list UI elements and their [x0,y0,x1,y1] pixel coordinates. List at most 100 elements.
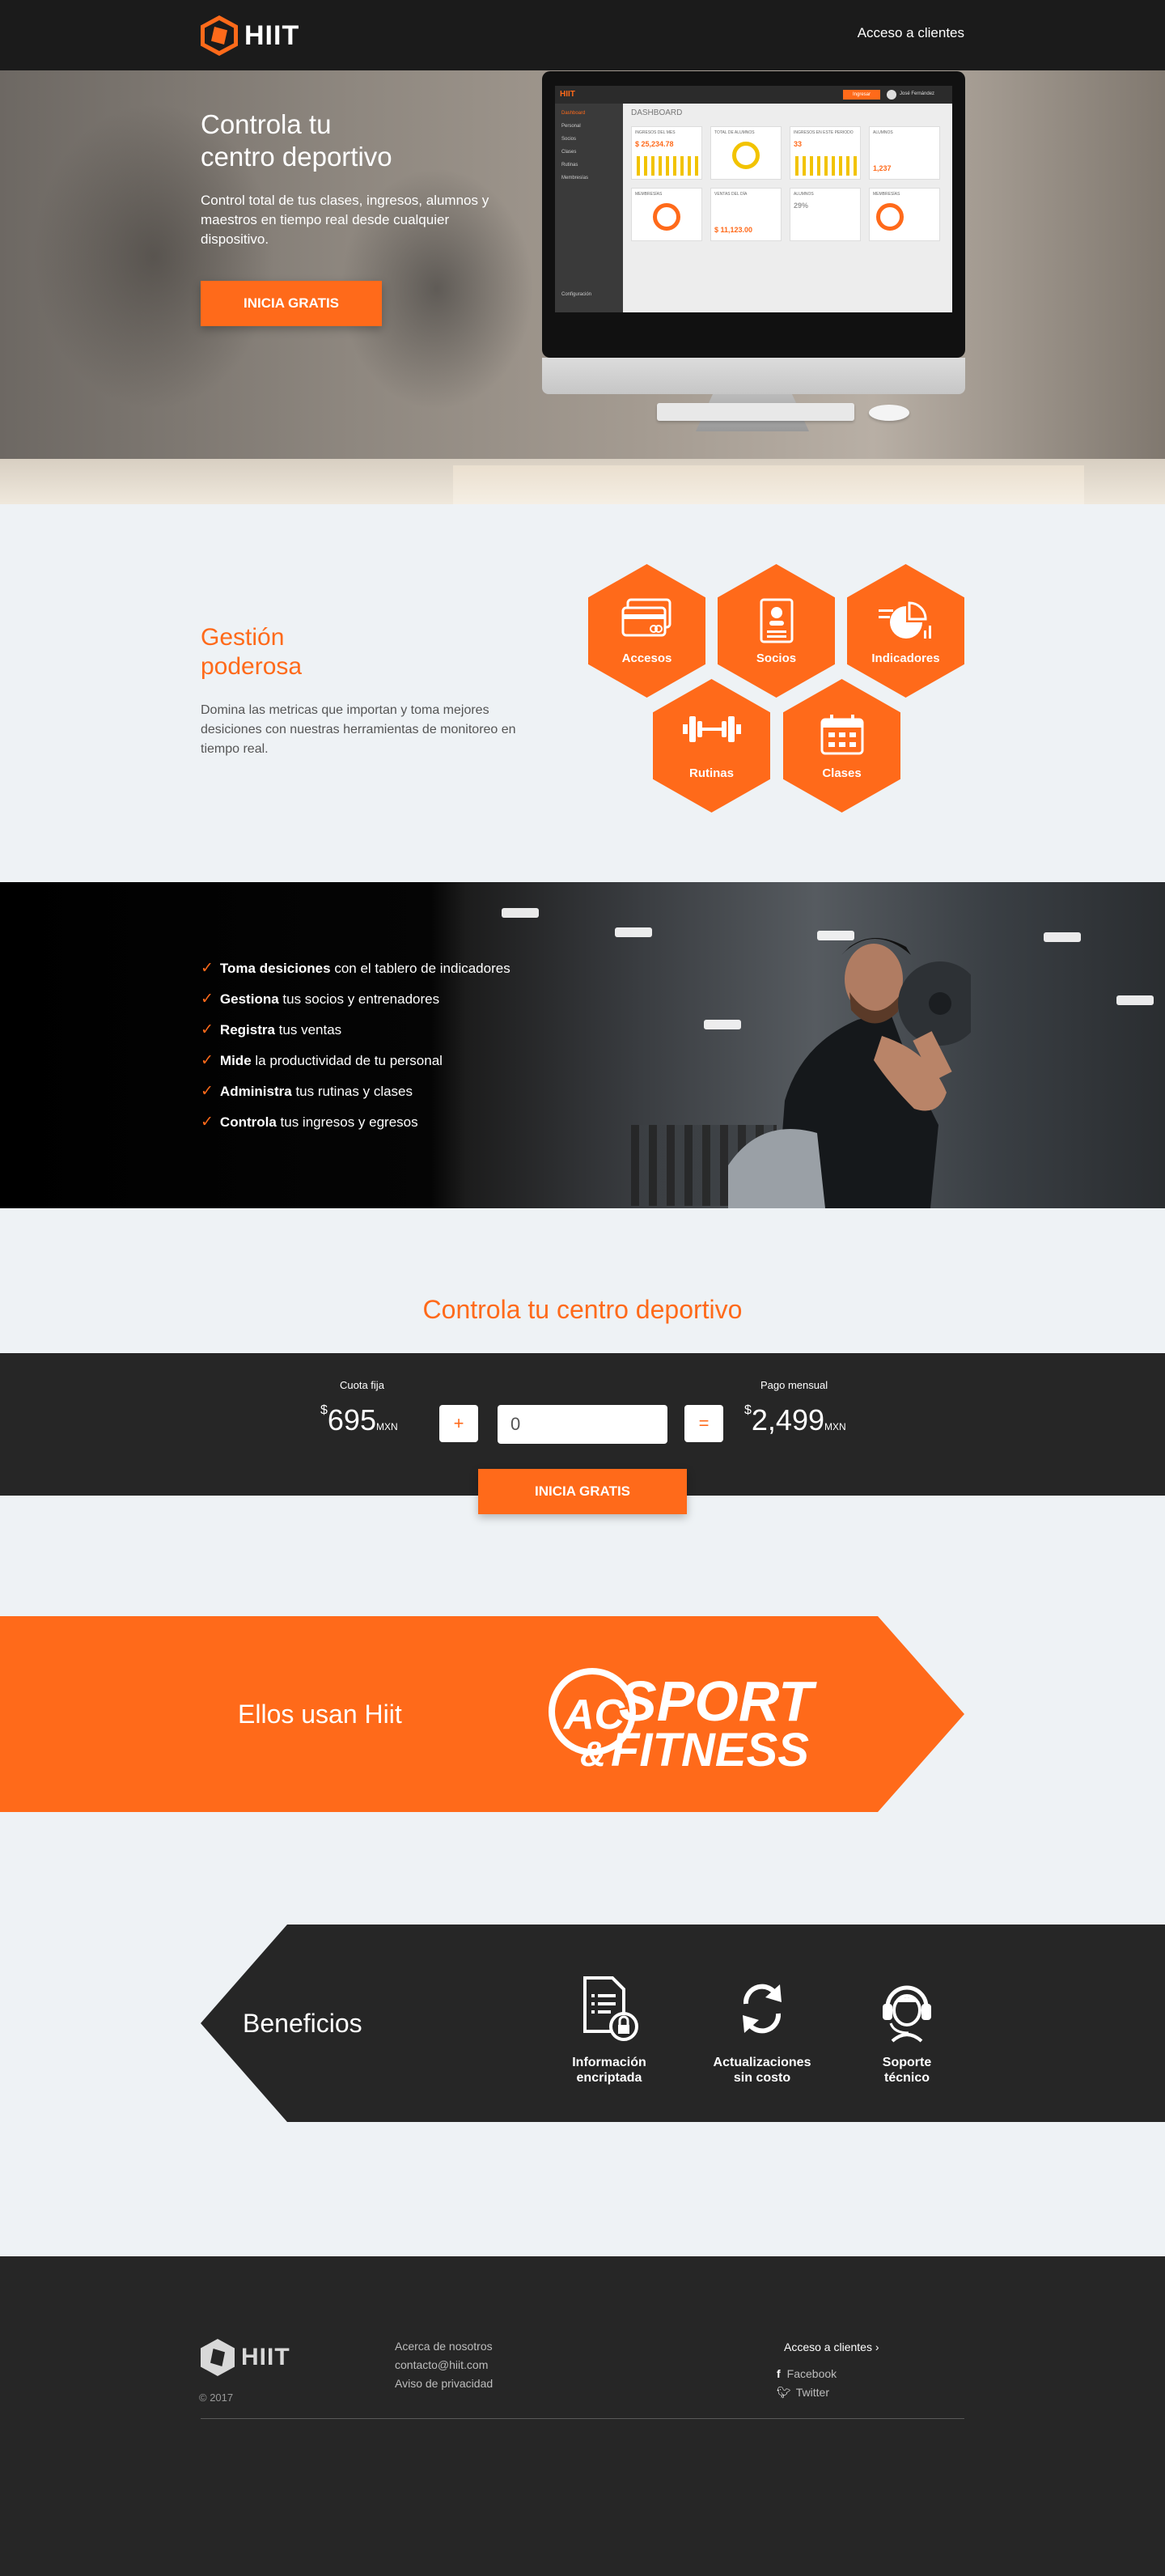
hero-title-line2: centro deportivo [201,142,392,172]
sport-fitness-logo: AC SPORT & FITNESS [549,1668,817,1768]
footer-divider [201,2418,964,2419]
svg-text:&: & [580,1734,606,1768]
benefit-item: Información encriptada [544,1975,674,2086]
check-icon: ✓ [201,1052,214,1069]
pie-chart-icon [878,601,931,639]
members-quantity-input[interactable] [498,1405,667,1444]
dumbbell-icon [682,716,741,742]
gym-banner [0,882,1165,1208]
feature-rutinas: Rutinas [653,679,770,813]
dash-settings-item: Configuración [561,292,592,297]
feature-indicadores: Indicadores [847,564,964,698]
check-icon: ✓ [201,1021,214,1038]
monitor-chin [542,358,965,394]
benefit-item: Actualizaciones sin costo [697,1975,827,2086]
fixed-fee-label: Cuota fija [340,1379,384,1391]
footer-twitter-link[interactable]: 🐦︎ Twitter [777,2386,829,2400]
footer-about-link[interactable]: Acerca de nosotros [395,2340,493,2353]
dash-card: ALUMNOS 29% [790,188,861,241]
clients-label: Ellos usan Hiit [238,1700,402,1729]
footer-copyright: © 2017 [199,2391,234,2404]
pricing-title: Controla tu centro deportivo [422,1295,743,1324]
footer [0,2256,1165,2576]
dash-card: MEMBRESÍAS [631,188,702,241]
feature-label: Socios [756,651,797,665]
plus-button[interactable]: + [439,1405,478,1442]
footer-logo[interactable]: HIIT [201,2339,290,2376]
dash-menu-item: Personal [561,124,581,129]
user-avatar [887,90,896,100]
monthly-payment-value: $2,499MXN [744,1403,846,1437]
features-subtitle: Domina las metricas que importan y toma … [201,703,516,756]
checklist-item: ✓ Administra tus rutinas y clases [201,1083,413,1100]
dash-menu-item: Dashboard [561,111,586,116]
benefits-title: Beneficios [243,2009,362,2038]
logo-text: HIIT [244,19,300,51]
hexagon-logo-icon [201,2339,235,2376]
feature-socios: Socios [718,564,835,698]
support-headset-icon [883,1985,931,2043]
mouse-image [869,405,909,421]
checklist-item: ✓ Registra tus ventas [201,1021,342,1038]
site-logo[interactable]: HIIT [201,15,299,56]
dashboard-top-button: Ingresar [843,90,880,100]
checklist-item: ✓ Gestiona tus socios y entrenadores [201,991,440,1008]
pricing-start-free-button[interactable]: INICIA GRATIS [478,1469,687,1514]
dashboard-logo: HIIT [560,90,575,99]
dash-menu-item: Rutinas [561,163,578,168]
hero-title: Controla tu centro deportivo [201,108,492,173]
feature-accesos: Accesos [588,564,705,698]
dashboard-user: José Fernández [900,91,935,96]
checklist-item: ✓ Mide la productividad de tu personal [201,1052,443,1069]
feature-label: Clases [822,766,862,780]
dash-card: MEMBRESÍAS [869,188,940,241]
feature-clases: Clases [783,679,900,813]
facebook-icon: f [777,2367,781,2380]
check-icon: ✓ [201,960,214,977]
footer-client-access-link[interactable]: Acceso a clientes › [784,2340,879,2353]
check-icon: ✓ [201,991,214,1008]
footer-logo-text: HIIT [241,2344,290,2370]
hexagon-logo-icon [201,15,238,56]
svg-text:FITNESS: FITNESS [611,1724,809,1768]
dashboard-title: DASHBOARD [631,108,683,117]
dash-card: INGRESOS DEL MES $ 25,234.78 [631,126,702,180]
hero-start-free-button[interactable]: INICIA GRATIS [201,281,382,326]
credit-cards-icon [621,598,671,637]
dash-card: ALUMNOS 1,237 [869,126,940,180]
footer-email-link[interactable]: contacto@hiit.com [395,2358,488,2371]
fixed-fee-value: $695MXN [320,1403,398,1437]
features-title: Gestión poderosa [201,623,395,681]
dashboard-screen: HIIT Ingresar José Fernández Dashboard P… [555,86,952,312]
feature-label: Accesos [621,651,672,665]
features-title-line1: Gestión [201,624,285,651]
dash-menu-item: Socios [561,137,577,142]
check-icon: ✓ [201,1083,214,1100]
athlete-image [728,938,971,1208]
dash-menu-item: Clases [561,150,577,155]
hero-title-line1: Controla tu [201,109,332,139]
calendar-icon [820,715,863,755]
top-navbar: HIIT Acceso a clientes [0,0,1165,70]
hero-subtitle: Control total de tus clases, ingresos, a… [201,193,489,247]
encrypted-document-icon [583,1976,638,2041]
footer-facebook-link[interactable]: f Facebook [777,2367,837,2380]
chevron-right-icon: › [875,2340,879,2353]
footer-privacy-link[interactable]: Aviso de privacidad [395,2377,493,2390]
dash-card: INGRESOS EN ESTE PERIODO 33 [790,126,861,180]
checklist-item: ✓ Controla tus ingresos y egresos [201,1114,418,1131]
monthly-payment-label: Pago mensual [760,1379,828,1391]
checklist-item: ✓ Toma desiciones con el tablero de indic… [201,960,510,977]
refresh-icon [743,1984,782,2034]
feature-label: Indicadores [871,651,940,665]
feature-label: Rutinas [688,766,734,780]
dash-menu-item: Membresías [561,176,589,180]
benefit-item: Soporte técnico [842,1975,972,2086]
client-access-link[interactable]: Acceso a clientes [858,25,964,41]
twitter-icon: 🐦︎ [777,2386,791,2399]
features-title-line2: poderosa [201,653,303,680]
keyboard-image [657,403,854,421]
equals-button[interactable]: = [684,1405,723,1442]
member-card-icon [760,598,793,643]
dashboard-monitor: HIIT Ingresar José Fernández Dashboard P… [542,71,965,358]
